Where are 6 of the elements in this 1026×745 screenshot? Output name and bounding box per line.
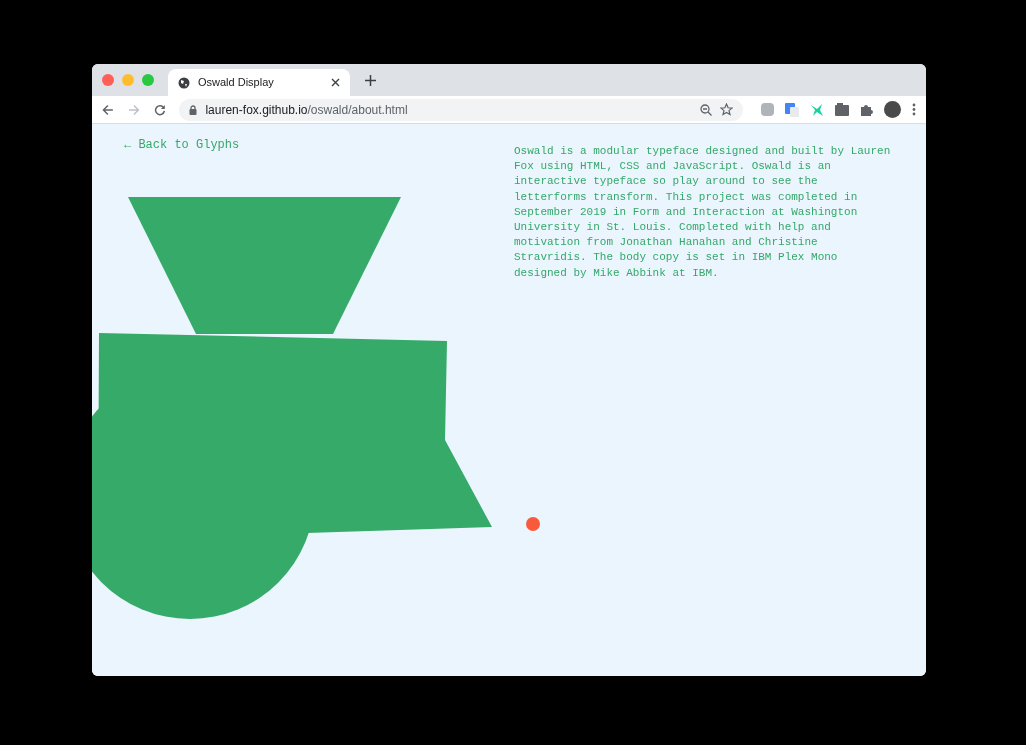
address-bar[interactable]: lauren-fox.github.io/oswald/about.html (179, 98, 743, 121)
browser-tab[interactable]: Oswald Display (168, 69, 350, 96)
tab-title: Oswald Display (198, 75, 275, 91)
url-path: /oswald/about.html (307, 102, 408, 117)
about-paragraph: Oswald is a modular typeface designed and built by Lauren Fox using HTML, CSS and JavaScript. Oswald is an interactive typeface so play around to see the letterforms transform. This project was completed in September 2019 in Form and Interaction at Washington University in St. Louis. Completed with help and motivation from Jonathan Hanahan and Christine Stravridis. The body copy is set in IBM Plex Mono designed by Mike Abbink at IBM. (514, 144, 892, 281)
url-host: lauren-fox.github.io (205, 102, 308, 117)
